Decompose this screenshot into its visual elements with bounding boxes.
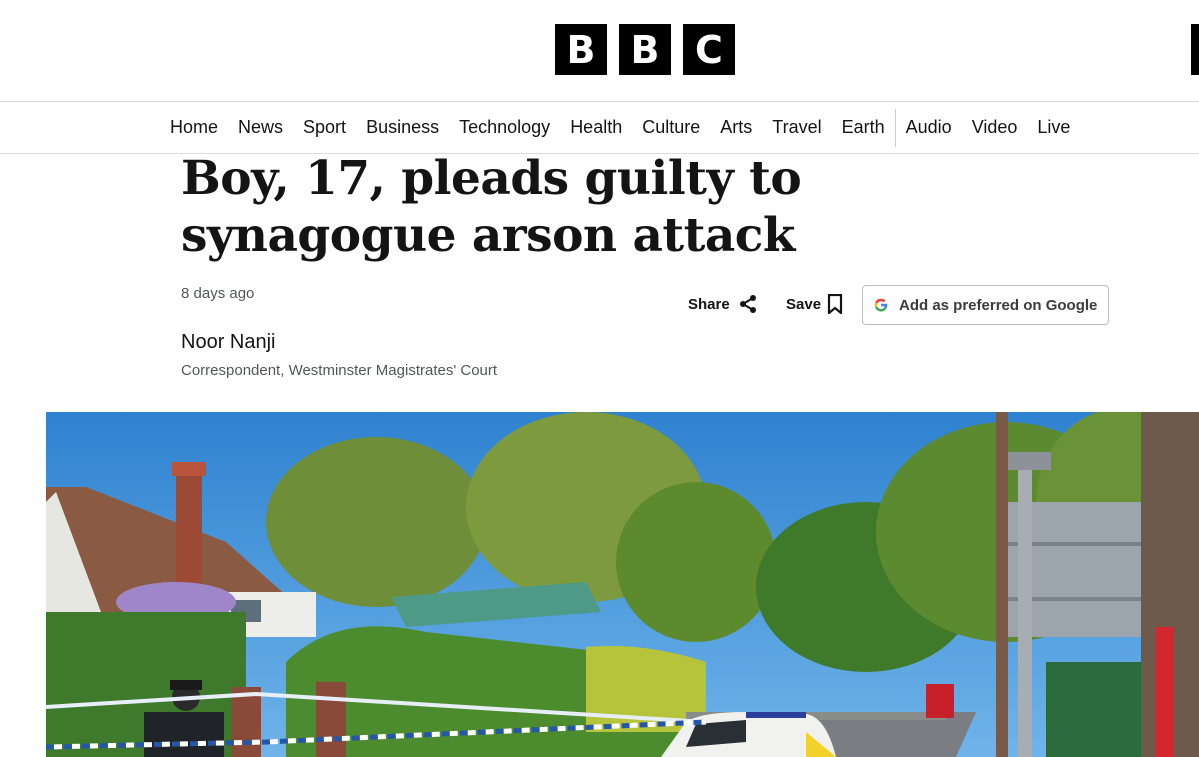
main-nav: Home News Sport Business Technology Heal… <box>0 101 1199 154</box>
nav-item-news[interactable]: News <box>228 102 293 153</box>
save-button[interactable]: Save <box>786 294 843 314</box>
nav-item-technology[interactable]: Technology <box>449 102 560 153</box>
share-label: Share <box>688 295 730 313</box>
share-button[interactable]: Share <box>688 294 758 314</box>
logo-letter-c: C <box>683 24 735 75</box>
save-label: Save <box>786 295 822 313</box>
logo-letter-b1: B <box>555 24 607 75</box>
masthead: B B C <box>0 0 1199 101</box>
add-preferred-google-button[interactable]: Add as preferred on Google <box>862 285 1109 325</box>
account-icon-partial[interactable] <box>1191 24 1199 75</box>
nav-item-home[interactable]: Home <box>160 102 228 153</box>
nav-item-health[interactable]: Health <box>560 102 632 153</box>
bookmark-icon <box>827 294 843 314</box>
nav-item-earth[interactable]: Earth <box>832 102 895 153</box>
nav-item-travel[interactable]: Travel <box>762 102 831 153</box>
nav-item-audio[interactable]: Audio <box>896 102 962 153</box>
nav-item-sport[interactable]: Sport <box>293 102 356 153</box>
nav-list: Home News Sport Business Technology Heal… <box>160 102 1080 153</box>
nav-item-culture[interactable]: Culture <box>632 102 710 153</box>
nav-item-business[interactable]: Business <box>356 102 449 153</box>
nav-item-arts[interactable]: Arts <box>710 102 762 153</box>
google-g-icon <box>874 298 888 312</box>
share-icon <box>739 295 756 313</box>
nav-item-video[interactable]: Video <box>962 102 1028 153</box>
article-lead-image <box>46 412 1199 757</box>
nav-item-live[interactable]: Live <box>1027 102 1080 153</box>
article-timestamp: 8 days ago <box>181 285 255 302</box>
logo-letter-b2: B <box>619 24 671 75</box>
author-role: Correspondent, Westminster Magistrates' … <box>181 362 498 379</box>
bbc-logo[interactable]: B B C <box>555 24 735 75</box>
google-button-label: Add as preferred on Google <box>899 296 1098 314</box>
street-scene-photo <box>46 412 1199 757</box>
article-headline: Boy, 17, pleads guilty to synagogue arso… <box>181 151 802 263</box>
author-name: Noor Nanji <box>181 331 276 353</box>
